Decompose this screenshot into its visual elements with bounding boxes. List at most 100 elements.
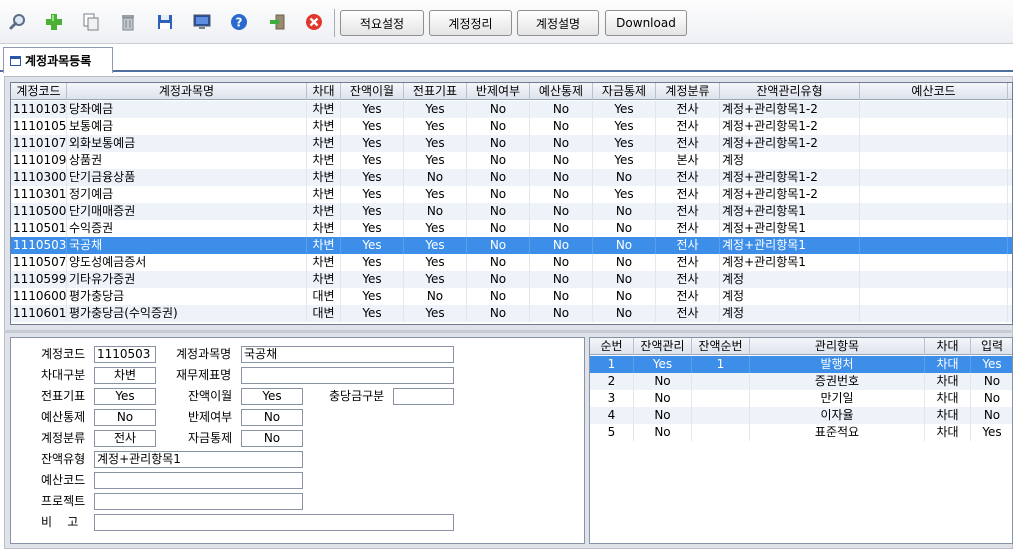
cell-offset[interactable]: No: [467, 118, 530, 135]
sub-cell-balance[interactable]: No: [634, 424, 692, 441]
table-row[interactable]: 1110599 기타유가증권 차변 Yes Yes No No No 전사 계정: [11, 271, 1012, 288]
cell-balance-type[interactable]: 계정: [720, 288, 860, 305]
help-icon[interactable]: ?: [226, 9, 252, 35]
sub-cell-side[interactable]: 차대: [925, 390, 971, 407]
cell-balance-type[interactable]: 계정+관리항목1-2: [720, 135, 860, 152]
cell-offset[interactable]: No: [467, 288, 530, 305]
fund-ctrl-field[interactable]: No: [241, 430, 303, 447]
col-header-fund-ctrl[interactable]: 자금통제: [593, 83, 656, 100]
cell-name[interactable]: 단기금융상품: [67, 169, 307, 186]
sub-cell-side[interactable]: 차대: [925, 424, 971, 441]
cell-name[interactable]: 양도성예금증서: [67, 254, 307, 271]
col-header-voucher[interactable]: 전표기표: [404, 83, 467, 100]
project-field[interactable]: [94, 493, 303, 510]
cell-name[interactable]: 평가충당금(수익증권): [67, 305, 307, 322]
cell-offset[interactable]: No: [467, 203, 530, 220]
carry-field[interactable]: Yes: [241, 388, 303, 405]
sub-cell-seq[interactable]: 3: [590, 390, 634, 407]
cell-carry[interactable]: Yes: [341, 203, 404, 220]
download-button[interactable]: Download: [605, 10, 687, 36]
cell-offset[interactable]: No: [467, 135, 530, 152]
col-header-name[interactable]: 계정과목명: [67, 83, 307, 100]
cell-class[interactable]: 전사: [656, 203, 720, 220]
sub-cell-input[interactable]: No: [971, 390, 1012, 407]
cell-name[interactable]: 외화보통예금: [67, 135, 307, 152]
sub-cell-seq[interactable]: 1: [590, 356, 634, 373]
cell-budget-code[interactable]: [860, 271, 1008, 288]
cell-balance-type[interactable]: 계정+관리항목1-2: [720, 169, 860, 186]
cell-budget-code[interactable]: [860, 305, 1008, 322]
cell-balance-type[interactable]: 계정+관리항목1: [720, 237, 860, 254]
cell-budget-code[interactable]: [860, 186, 1008, 203]
cell-carry[interactable]: Yes: [341, 186, 404, 203]
cell-code[interactable]: 1110103: [11, 101, 67, 118]
sub-cell-balance-seq[interactable]: [692, 424, 750, 441]
list-item[interactable]: 2 No 증권번호 차대 No: [590, 373, 1012, 390]
cell-side[interactable]: 차변: [307, 101, 341, 118]
cell-side[interactable]: 차변: [307, 135, 341, 152]
balance-type-field[interactable]: 계정+관리항목1: [94, 451, 303, 468]
sub-cell-balance[interactable]: No: [634, 407, 692, 424]
cell-voucher[interactable]: Yes: [404, 220, 467, 237]
cell-carry[interactable]: Yes: [341, 237, 404, 254]
table-row[interactable]: 1110501 수익증권 차변 Yes Yes No No No 전사 계정+관리항목1: [11, 220, 1012, 237]
cell-class[interactable]: 전사: [656, 220, 720, 237]
sub-col-header-balance[interactable]: 잔액관리: [634, 338, 692, 355]
cell-carry[interactable]: Yes: [341, 101, 404, 118]
sub-cell-balance-seq[interactable]: [692, 390, 750, 407]
cell-class[interactable]: 전사: [656, 288, 720, 305]
cell-budget-ctrl[interactable]: No: [530, 169, 593, 186]
monitor-icon[interactable]: [189, 9, 215, 35]
cell-fund-ctrl[interactable]: No: [593, 271, 656, 288]
cell-fund-ctrl[interactable]: No: [593, 237, 656, 254]
cell-class[interactable]: 전사: [656, 101, 720, 118]
cell-side[interactable]: 차변: [307, 186, 341, 203]
cell-voucher[interactable]: Yes: [404, 118, 467, 135]
cell-fund-ctrl[interactable]: Yes: [593, 118, 656, 135]
cell-balance-type[interactable]: 계정+관리항목1-2: [720, 101, 860, 118]
budget-ctrl-field[interactable]: No: [94, 409, 156, 426]
cell-carry[interactable]: Yes: [341, 305, 404, 322]
cell-budget-code[interactable]: [860, 101, 1008, 118]
table-row[interactable]: 1110500 단기매매증권 차변 Yes No No No No 전사 계정+관리항목1: [11, 203, 1012, 220]
col-header-offset[interactable]: 반제여부: [467, 83, 530, 100]
cell-side[interactable]: 차변: [307, 237, 341, 254]
cell-name[interactable]: 기타유가증권: [67, 271, 307, 288]
cell-carry[interactable]: Yes: [341, 169, 404, 186]
sub-cell-balance-seq[interactable]: 1: [692, 356, 750, 373]
cell-code[interactable]: 1110300: [11, 169, 67, 186]
cell-side[interactable]: 대변: [307, 305, 341, 322]
budget-code-field[interactable]: [94, 472, 303, 489]
sub-cell-balance-seq[interactable]: [692, 407, 750, 424]
cell-name[interactable]: 수익증권: [67, 220, 307, 237]
cell-class[interactable]: 전사: [656, 305, 720, 322]
cell-voucher[interactable]: No: [404, 288, 467, 305]
cell-name[interactable]: 정기예금: [67, 186, 307, 203]
cell-offset[interactable]: No: [467, 271, 530, 288]
table-row[interactable]: 1110503 국공채 차변 Yes Yes No No No 전사 계정+관리항목1: [11, 237, 1012, 254]
sub-cell-balance[interactable]: Yes: [634, 356, 692, 373]
cell-carry[interactable]: Yes: [341, 288, 404, 305]
table-row[interactable]: 1110601 평가충당금(수익증권) 대변 Yes Yes No No No 전사 계정: [11, 305, 1012, 322]
add-icon[interactable]: [41, 9, 67, 35]
cell-budget-ctrl[interactable]: No: [530, 237, 593, 254]
search-icon[interactable]: [5, 9, 31, 35]
cell-budget-ctrl[interactable]: No: [530, 220, 593, 237]
table-row[interactable]: 1110600 평가충당금 대변 Yes No No No No 전사 계정: [11, 288, 1012, 305]
sub-cell-item[interactable]: 발행처: [750, 356, 925, 373]
delete-icon[interactable]: [115, 9, 141, 35]
cell-budget-ctrl[interactable]: No: [530, 305, 593, 322]
cell-carry[interactable]: Yes: [341, 152, 404, 169]
cell-balance-type[interactable]: 계정: [720, 152, 860, 169]
sub-cell-input[interactable]: Yes: [971, 424, 1012, 441]
cell-code[interactable]: 1110601: [11, 305, 67, 322]
cell-budget-ctrl[interactable]: No: [530, 118, 593, 135]
cell-budget-ctrl[interactable]: No: [530, 254, 593, 271]
cell-balance-type[interactable]: 계정: [720, 271, 860, 288]
account-cleanup-button[interactable]: 계정정리: [429, 10, 512, 36]
cell-class[interactable]: 전사: [656, 271, 720, 288]
cell-budget-ctrl[interactable]: No: [530, 203, 593, 220]
cell-code[interactable]: 1110507: [11, 254, 67, 271]
col-header-budget-code[interactable]: 예산코드: [860, 83, 1008, 100]
cell-budget-ctrl[interactable]: No: [530, 135, 593, 152]
